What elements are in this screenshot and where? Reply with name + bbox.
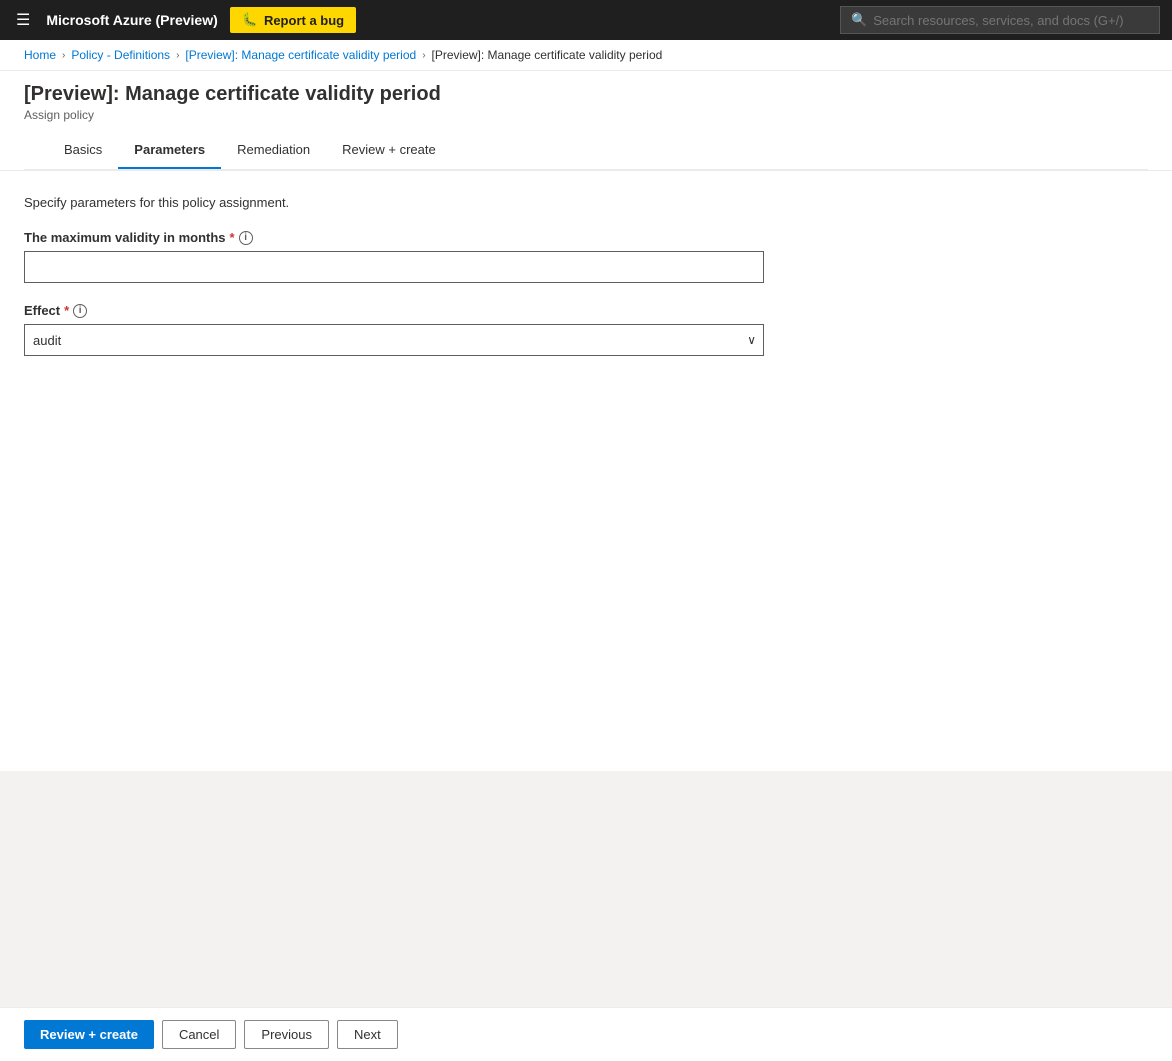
breadcrumb-sep-2: › <box>176 50 179 61</box>
report-bug-label: Report a bug <box>264 13 344 28</box>
app-title: Microsoft Azure (Preview) <box>46 12 217 28</box>
effect-info-icon[interactable]: i <box>73 304 87 318</box>
max-validity-info-icon[interactable]: i <box>239 231 253 245</box>
page-header: [Preview]: Manage certificate validity p… <box>0 71 1172 171</box>
search-icon: 🔍 <box>851 12 867 28</box>
effect-required-marker: * <box>64 303 69 318</box>
breadcrumb-policy-definitions[interactable]: Policy - Definitions <box>71 48 170 62</box>
max-validity-required-marker: * <box>230 230 235 245</box>
tab-basics[interactable]: Basics <box>48 132 118 169</box>
breadcrumb: Home › Policy - Definitions › [Preview]:… <box>0 40 1172 71</box>
cancel-button[interactable]: Cancel <box>162 1020 236 1049</box>
form-group-max-validity: The maximum validity in months * i <box>24 230 1148 283</box>
page-title: [Preview]: Manage certificate validity p… <box>24 83 1148 106</box>
breadcrumb-current: [Preview]: Manage certificate validity p… <box>432 48 663 62</box>
next-button[interactable]: Next <box>337 1020 398 1049</box>
main-content: Specify parameters for this policy assig… <box>0 171 1172 771</box>
content-wrapper: Specify parameters for this policy assig… <box>24 195 1148 356</box>
tab-parameters[interactable]: Parameters <box>118 132 221 169</box>
bottom-bar: Review + create Cancel Previous Next <box>0 1007 1172 1061</box>
tab-review-create[interactable]: Review + create <box>326 132 452 169</box>
bug-icon: 🐛 <box>242 12 258 28</box>
search-input[interactable] <box>873 13 1149 28</box>
previous-button[interactable]: Previous <box>244 1020 329 1049</box>
effect-label: Effect * i <box>24 303 1148 318</box>
max-validity-label: The maximum validity in months * i <box>24 230 1148 245</box>
section-description: Specify parameters for this policy assig… <box>24 195 1148 210</box>
breadcrumb-home[interactable]: Home <box>24 48 56 62</box>
effect-select-wrapper: audit deny disabled ∨ <box>24 324 764 356</box>
top-navigation: ☰ Microsoft Azure (Preview) 🐛 Report a b… <box>0 0 1172 40</box>
report-bug-button[interactable]: 🐛 Report a bug <box>230 7 356 33</box>
effect-select[interactable]: audit deny disabled <box>24 324 764 356</box>
page-subtitle: Assign policy <box>24 108 1148 122</box>
form-group-effect: Effect * i audit deny disabled ∨ <box>24 303 1148 356</box>
tab-bar: Basics Parameters Remediation Review + c… <box>24 132 1148 170</box>
max-validity-input[interactable] <box>24 251 764 283</box>
tab-remediation[interactable]: Remediation <box>221 132 326 169</box>
review-create-button[interactable]: Review + create <box>24 1020 154 1049</box>
breadcrumb-sep-3: › <box>422 50 425 61</box>
max-validity-label-text: The maximum validity in months <box>24 230 226 245</box>
effect-label-text: Effect <box>24 303 60 318</box>
breadcrumb-manage-cert-link[interactable]: [Preview]: Manage certificate validity p… <box>185 48 416 62</box>
breadcrumb-sep-1: › <box>62 50 65 61</box>
hamburger-menu-icon[interactable]: ☰ <box>12 6 34 34</box>
search-box[interactable]: 🔍 <box>840 6 1160 34</box>
